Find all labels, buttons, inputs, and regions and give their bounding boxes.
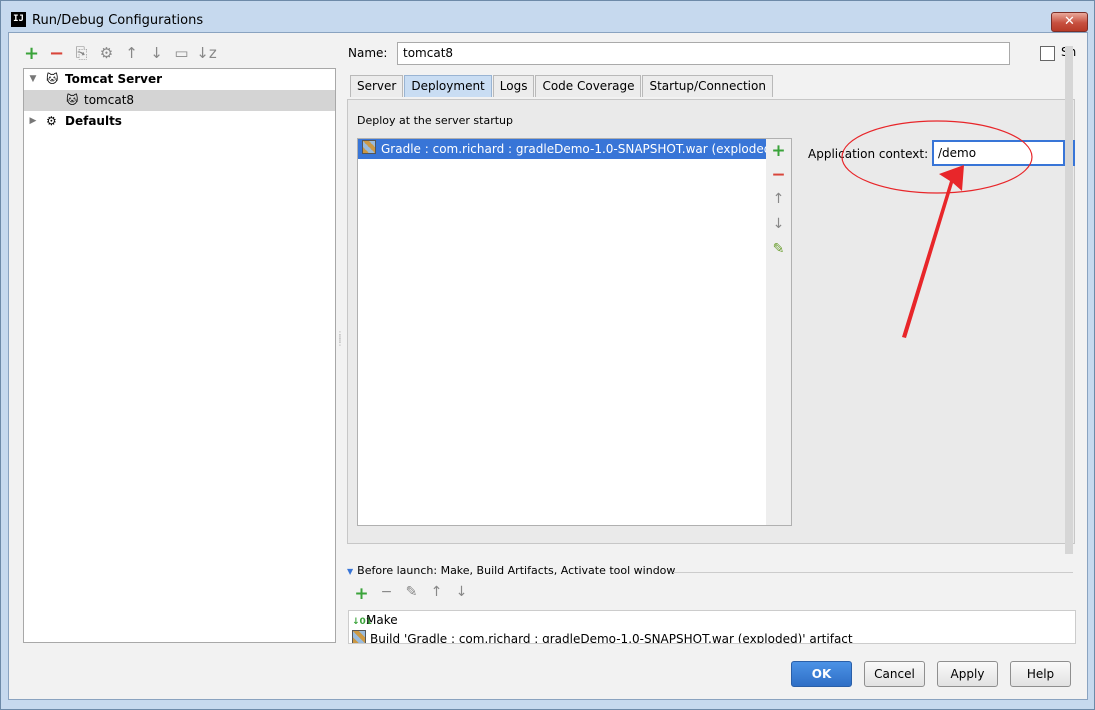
pencil-icon[interactable]: ✎	[399, 584, 424, 604]
make-icon: ↓01	[352, 617, 373, 627]
sort-az-icon[interactable]: ↓z	[194, 42, 219, 64]
add-task-icon[interactable]: +	[349, 584, 374, 604]
artifact-label: Gradle : com.richard : gradleDemo-1.0-SN…	[381, 142, 766, 156]
artifact-list[interactable]: Gradle : com.richard : gradleDemo-1.0-SN…	[357, 138, 767, 526]
tomcat-icon: 🐱	[46, 72, 59, 86]
dialog-content: + − ⎘ ⚙ ↑ ↓ ▭ ↓z ▼ 🐱 Tomcat Server 🐱 tom…	[8, 32, 1088, 700]
artifact-icon	[352, 630, 366, 643]
intellij-app-icon: IJ	[11, 12, 26, 27]
add-artifact-icon[interactable]: +	[766, 141, 791, 161]
config-tabs: Server Deployment Logs Code Coverage Sta…	[350, 75, 774, 98]
tree-node-label: tomcat8	[84, 93, 135, 107]
tree-node-label: Defaults	[65, 114, 122, 128]
before-launch-toolbar: + − ✎ ↑ ↓	[349, 584, 474, 604]
expand-arrow-icon[interactable]: ▼	[28, 69, 38, 90]
wrench-icon: ⚙	[46, 114, 57, 128]
vertical-scrollbar[interactable]	[1065, 46, 1073, 554]
close-button[interactable]: ✕	[1051, 12, 1088, 32]
list-item-label: Build 'Gradle : com.richard : gradleDemo…	[370, 632, 853, 644]
tab-code-coverage[interactable]: Code Coverage	[535, 75, 642, 97]
add-icon[interactable]: +	[19, 42, 44, 64]
remove-icon[interactable]: −	[44, 42, 69, 64]
remove-task-icon[interactable]: −	[374, 584, 399, 604]
expand-triangle-icon[interactable]: ▼	[347, 567, 353, 576]
application-context-input[interactable]: /demo	[932, 140, 1069, 166]
help-button[interactable]: Help	[1010, 661, 1071, 687]
artifact-tools: + − ↑ ↓ ✎	[766, 138, 792, 526]
pencil-icon[interactable]: ✎	[766, 241, 791, 257]
dialog-window: IJ Run/Debug Configurations ✕ + − ⎘ ⚙ ↑ …	[0, 0, 1095, 710]
arrow-down-icon[interactable]: ↓	[449, 584, 474, 604]
folder-icon[interactable]: ▭	[169, 42, 194, 64]
tree-node-tomcat-server[interactable]: ▼ 🐱 Tomcat Server	[24, 69, 335, 90]
name-label: Name:	[348, 46, 388, 60]
artifact-row[interactable]: Gradle : com.richard : gradleDemo-1.0-SN…	[358, 139, 766, 159]
deployment-panel: Deploy at the server startup Gradle : co…	[347, 99, 1075, 544]
arrow-up-icon[interactable]: ↑	[424, 584, 449, 604]
cancel-button[interactable]: Cancel	[864, 661, 925, 687]
tab-server[interactable]: Server	[350, 75, 404, 97]
list-item[interactable]: Build 'Gradle : com.richard : gradleDemo…	[352, 630, 853, 644]
application-context-label: Application context:	[808, 147, 929, 161]
artifact-icon	[362, 140, 376, 154]
wrench-icon[interactable]: ⚙	[94, 42, 119, 64]
ok-button[interactable]: OK	[791, 661, 852, 687]
copy-icon[interactable]: ⎘	[69, 42, 94, 64]
arrow-down-icon[interactable]: ↓	[766, 216, 791, 232]
config-tree[interactable]: ▼ 🐱 Tomcat Server 🐱 tomcat8 ▶ ⚙ Defaults	[23, 68, 336, 643]
arrow-up-icon[interactable]: ↑	[766, 191, 791, 207]
apply-button[interactable]: Apply	[937, 661, 998, 687]
tree-node-tomcat8[interactable]: 🐱 tomcat8	[24, 90, 335, 111]
collapse-arrow-icon[interactable]: ▶	[28, 111, 38, 132]
divider	[673, 572, 1073, 573]
tomcat-icon: 🐱	[66, 93, 79, 107]
share-checkbox[interactable]	[1040, 46, 1055, 61]
tab-startup-connection[interactable]: Startup/Connection	[642, 75, 773, 97]
tree-node-defaults[interactable]: ▶ ⚙ Defaults	[24, 111, 335, 132]
splitter-handle[interactable]: ⋮ ⋮ ⋮	[336, 331, 344, 347]
name-input[interactable]: tomcat8	[397, 42, 1010, 65]
arrow-up-icon[interactable]: ↑	[119, 42, 144, 64]
deploy-section-label: Deploy at the server startup	[357, 114, 514, 127]
before-launch-list[interactable]: ↓01Make Build 'Gradle : com.richard : gr…	[348, 610, 1076, 644]
tree-node-label: Tomcat Server	[65, 72, 163, 86]
tab-logs[interactable]: Logs	[492, 75, 535, 97]
arrow-down-icon[interactable]: ↓	[144, 42, 169, 64]
list-item[interactable]: ↓01Make	[352, 611, 398, 629]
config-toolbar: + − ⎘ ⚙ ↑ ↓ ▭ ↓z	[19, 41, 219, 65]
before-launch-header[interactable]: ▼ Before launch: Make, Build Artifacts, A…	[347, 564, 675, 577]
window-title: Run/Debug Configurations	[32, 13, 204, 28]
list-item-label: Make	[366, 613, 398, 627]
remove-artifact-icon[interactable]: −	[766, 165, 791, 185]
tab-deployment[interactable]: Deployment	[404, 75, 492, 97]
before-launch-title: Before launch: Make, Build Artifacts, Ac…	[357, 564, 676, 577]
